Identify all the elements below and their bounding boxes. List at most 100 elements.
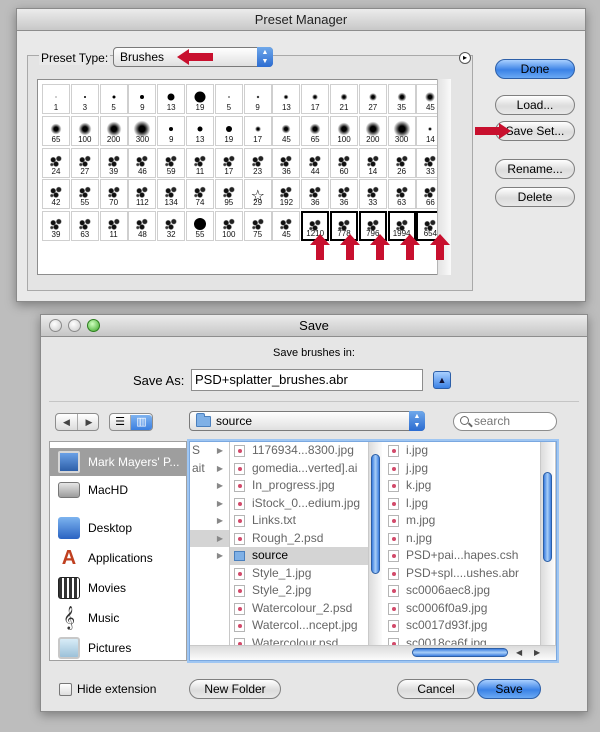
brush-preset-cell[interactable]: 48 (128, 211, 157, 242)
file-row[interactable]: ait ▶ (190, 460, 229, 478)
brush-preset-cell[interactable]: 63 (70, 211, 99, 242)
brush-preset-cell[interactable]: 13 (157, 84, 186, 114)
file-row[interactable]: sc0017d93f.jpg (384, 617, 555, 635)
file-row[interactable]: ▶ (190, 529, 229, 547)
scroll-thumb[interactable] (371, 454, 380, 574)
file-row[interactable]: n.jpg (384, 530, 555, 548)
file-row[interactable]: i.jpg (384, 442, 555, 460)
brush-preset-cell[interactable]: 36 (301, 179, 330, 210)
sidebar-item-machd[interactable]: MacHD (50, 476, 186, 504)
brush-preset-cell[interactable]: 60 (330, 147, 358, 178)
brush-preset-cell[interactable]: 36 (272, 147, 301, 178)
brush-preset-cell[interactable]: 27 (70, 147, 99, 178)
hide-extension-checkbox[interactable] (59, 683, 72, 696)
close-window-icon[interactable] (49, 319, 62, 332)
brush-preset-cell[interactable]: 70 (99, 179, 128, 210)
brush-preset-cell[interactable]: 9 (128, 84, 157, 114)
file-row[interactable]: Watercol...ncept.jpg (230, 617, 381, 635)
browser-column-2[interactable]: 1176934...8300.jpg gomedia...verted].ai In… (230, 442, 382, 646)
brush-preset-cell[interactable]: 27 (358, 84, 387, 114)
brush-preset-cell[interactable]: 23 (243, 147, 272, 178)
file-row[interactable]: ▶ (190, 477, 229, 495)
file-row[interactable]: j.jpg (384, 460, 555, 478)
browser-column-3[interactable]: i.jpg j.jpg k.jpg l.jpg m.jpg n.jpg PSD+pai...… (384, 442, 556, 646)
load-button[interactable]: Load... (495, 95, 575, 115)
file-row[interactable]: Style_2.jpg (230, 582, 381, 600)
scroll-left-arrow-icon[interactable]: ◀ (516, 646, 522, 660)
brush-preset-cell[interactable]: 14 (358, 147, 387, 178)
brush-preset-cell[interactable]: 59 (157, 147, 186, 178)
collapse-browser-icon[interactable]: ▲ (433, 371, 451, 389)
brush-preset-cell[interactable]: 11 (99, 211, 128, 242)
horizontal-scroll-thumb[interactable] (412, 648, 508, 657)
file-row[interactable]: ▶ (190, 512, 229, 530)
brush-preset-cell[interactable]: 112 (128, 179, 157, 210)
brush-preset-cell[interactable]: 17 (301, 84, 330, 114)
file-row[interactable]: k.jpg (384, 477, 555, 495)
brush-preset-cell[interactable]: 65 (42, 115, 70, 146)
file-row[interactable]: m.jpg (384, 512, 555, 530)
brush-preset-cell[interactable]: 13 (186, 115, 214, 146)
browser-column-1[interactable]: S ▶ ait ▶ ▶ ▶ ▶ ▶ ▶ (190, 442, 230, 646)
brush-preset-cell[interactable]: 200 (99, 115, 128, 146)
brush-preset-cell[interactable]: 13 (272, 84, 301, 114)
back-arrow-icon[interactable]: ◀ (56, 414, 78, 430)
brush-preset-cell[interactable]: 300 (387, 115, 416, 146)
list-view-icon[interactable]: ☰ (110, 415, 131, 430)
brush-preset-cell[interactable]: 35 (387, 84, 416, 114)
brush-preset-cell[interactable]: 33 (358, 179, 387, 210)
forward-arrow-icon[interactable]: ▶ (78, 414, 100, 430)
rename-button[interactable]: Rename... (495, 159, 575, 179)
brush-preset-cell[interactable]: 192 (272, 179, 301, 210)
save-as-field[interactable]: PSD+splatter_brushes.abr (191, 369, 423, 391)
brush-preset-cell[interactable]: 19 (214, 115, 243, 146)
done-button[interactable]: Done (495, 59, 575, 79)
location-popup[interactable]: source ▲ ▼ (189, 411, 425, 431)
file-row[interactable]: Style_1.jpg (230, 565, 381, 583)
column-2-scrollbar[interactable] (368, 442, 382, 646)
brush-preset-cell[interactable]: 3 (70, 84, 99, 114)
delete-button[interactable]: Delete (495, 187, 575, 207)
brush-preset-cell[interactable]: 63 (387, 179, 416, 210)
brush-preset-cell[interactable]: 24 (42, 147, 70, 178)
brush-preset-cell[interactable]: 5 (99, 84, 128, 114)
file-row[interactable]: Watercolour_2.psd (230, 600, 381, 618)
sidebar-item-movies[interactable]: Movies (50, 574, 186, 602)
brush-preset-cell[interactable]: 36 (330, 179, 358, 210)
column-view-icon[interactable]: ▥ (131, 415, 152, 430)
brush-preset-cell[interactable]: 44 (301, 147, 330, 178)
file-row[interactable]: sc0006aec8.jpg (384, 582, 555, 600)
file-row[interactable]: S ▶ (190, 442, 229, 460)
brush-preset-cell[interactable]: 32 (157, 211, 186, 242)
file-row[interactable]: 1176934...8300.jpg (230, 442, 381, 460)
brush-preset-cell[interactable]: ☆ 29 (243, 179, 272, 210)
file-row[interactable]: ▶ (190, 547, 229, 565)
cancel-button[interactable]: Cancel (397, 679, 475, 699)
sidebar-item-home-computer[interactable]: Mark Mayers' P... (50, 448, 186, 476)
file-row[interactable]: gomedia...verted].ai (230, 460, 381, 478)
brush-preset-cell[interactable]: 300 (128, 115, 157, 146)
panel-menu-icon[interactable]: ▸ (459, 52, 471, 64)
file-row[interactable]: PSD+pai...hapes.csh (384, 547, 555, 565)
brush-preset-cell[interactable]: 21 (330, 84, 358, 114)
brush-preset-cell[interactable]: 74 (186, 179, 214, 210)
brush-preset-cell[interactable]: 1 (42, 84, 70, 114)
brush-preset-cell[interactable]: 55 (186, 211, 214, 242)
brush-preset-cell[interactable]: 100 (330, 115, 358, 146)
file-row[interactable]: Rough_2.psd (230, 530, 381, 548)
brush-preset-cell[interactable]: 100 (214, 211, 243, 242)
brush-preset-cell[interactable]: 11 (186, 147, 214, 178)
brush-preset-cell[interactable]: 17 (243, 115, 272, 146)
horizontal-scrollbar[interactable]: ◀ ▶ (190, 645, 556, 660)
file-row[interactable]: source▶ (230, 547, 381, 565)
sidebar-item-music[interactable]: 𝄞 Music (50, 604, 186, 632)
brush-preset-cell[interactable]: 55 (70, 179, 99, 210)
brush-preset-cell[interactable]: 19 (186, 84, 214, 114)
brush-preset-cell[interactable]: 42 (42, 179, 70, 210)
sidebar-item-desktop[interactable]: Desktop (50, 514, 186, 542)
file-row[interactable]: ▶ (190, 495, 229, 513)
brush-preset-cell[interactable]: 134 (157, 179, 186, 210)
sidebar-item-pictures[interactable]: Pictures (50, 634, 186, 660)
minimize-window-icon[interactable] (68, 319, 81, 332)
brush-preset-cell[interactable]: 45 (272, 211, 301, 242)
